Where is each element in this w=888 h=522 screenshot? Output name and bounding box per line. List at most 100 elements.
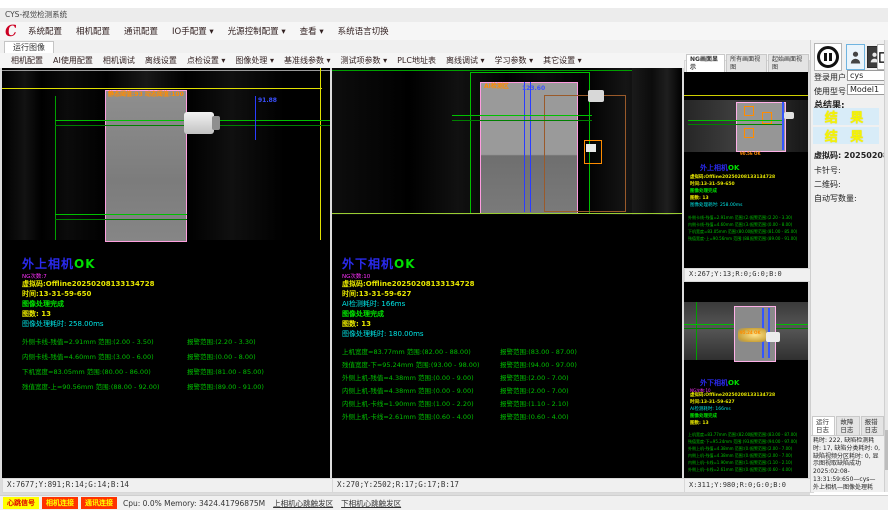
process-done-label: 图像处理完成 xyxy=(690,190,717,195)
frame-count-label: 图数: 13 xyxy=(22,311,51,319)
measurement-text: 外侧上机-残值=4.38mm 范围:(0.00 - 9.00) xyxy=(342,372,500,382)
measurement-text: 下机宽度=83.05mm 范围:(80.00 - 86.00) xyxy=(688,229,750,235)
alarm-range-text: 报警范围:(2.00 - 7.00) xyxy=(500,385,672,395)
alarm-range-text: 报警范围:(2.00 - 7.00) xyxy=(500,372,672,382)
result-ok-label: OK xyxy=(74,257,96,271)
connector-part xyxy=(588,90,604,102)
user-mode-button-selected[interactable] xyxy=(846,44,865,70)
tab-run-log[interactable]: 运行日志 xyxy=(812,416,835,435)
menu-system-config[interactable]: 系统配置 xyxy=(21,25,69,37)
menu-light-config[interactable]: 光源控制配置 ▾ xyxy=(221,25,293,37)
pause-button[interactable] xyxy=(814,43,842,71)
alarm-range-text: 报警范围:(0.60 - 4.00) xyxy=(750,467,806,473)
alarm-range-text: 报警范围:(0.60 - 4.00) xyxy=(500,411,672,421)
measurement-text: 残值宽度-上=90.56mm 范围:(88.00 - 92.00) xyxy=(688,236,750,242)
elapsed-label: 图像处理耗时: 258.00ms xyxy=(690,204,742,209)
ai-elapsed-label: AI检测耗时: 166ms xyxy=(690,408,731,413)
menu-io-config[interactable]: IO手配置 ▾ xyxy=(165,25,221,37)
measure-line-green-vertical xyxy=(696,302,697,360)
tool-offline-setting[interactable]: 离线设置 xyxy=(140,55,182,66)
lower-camera-heartbeat-link[interactable]: 下相机心跳触发区 xyxy=(341,498,401,509)
measurement-text: 外侧卡线-残值=2.91mm 范围:(2.00 - 3.50) xyxy=(688,215,750,221)
tool-plc-address-table[interactable]: PLC地址表 xyxy=(392,55,441,66)
measurement-text: 内侧卡线-残值=4.60mm 范围:(3.00 - 6.00) xyxy=(688,222,750,228)
camera-view-lower[interactable]: AI检测区 123.60 xyxy=(332,68,682,215)
measure-marker-blue xyxy=(524,82,525,212)
camera-name-label: 外下相机 xyxy=(700,379,728,387)
alarm-range-text: 报警范围:(1.10 - 2.10) xyxy=(500,398,672,408)
login-user-field[interactable] xyxy=(847,70,887,81)
reference-line-yellow-vertical xyxy=(320,68,321,240)
log-text: 耗时: 222, 缺陷检测耗时: 17, 缺陷分类耗时: 0, 缺陷视频分区耗时… xyxy=(813,437,881,490)
tab-start-view[interactable]: 起始画面视图 xyxy=(768,54,809,73)
tool-learning-params[interactable]: 学习参数 ▾ xyxy=(490,55,539,66)
measurement-row: 外侧上机-卡线=2.61mm 范围:(0.60 - 4.00) 报警范围:(0.… xyxy=(688,467,806,473)
menu-view[interactable]: 查看 ▾ xyxy=(293,25,331,37)
measurement-text: 内侧卡线-残值=4.60mm 范围:(3.00 - 6.00) xyxy=(22,351,187,361)
process-done-label: 图像处理完成 xyxy=(342,311,384,319)
camera-name-label: 外上相机 xyxy=(22,257,74,271)
measurement-text: 外侧上机-卡线=2.61mm 范围:(0.60 - 4.00) xyxy=(342,411,500,421)
menu-comm-config[interactable]: 通讯配置 xyxy=(117,25,165,37)
time-label: 时间:13-31-59-650 xyxy=(22,291,91,299)
measurement-text: 外侧卡线-残值=2.91mm 范围:(2.00 - 3.50) xyxy=(22,336,187,346)
measurement-text: 残值宽度-上=90.56mm 范围:(88.00 - 92.00) xyxy=(22,381,187,391)
mini-view-upper[interactable]: 90.56 OK 外上相机OK 虚拟码:Offline2025020813313… xyxy=(684,72,808,268)
measurement-row: 下机宽度=83.05mm 范围:(80.00 - 86.00) 报警范围:(81… xyxy=(688,229,806,235)
measurement-text: 外侧上机-卡线=2.61mm 范围:(0.60 - 4.00) xyxy=(688,467,750,473)
tool-other-settings[interactable]: 其它设置 ▾ xyxy=(538,55,587,66)
measure-line-green xyxy=(55,214,187,215)
alarm-range-text: 报警范围:(94.00 - 97.00) xyxy=(750,439,806,445)
reference-line-yellow xyxy=(2,88,322,89)
tool-test-params[interactable]: 测试项参数 ▾ xyxy=(336,55,393,66)
camera-connection-badge: 相机连接 xyxy=(42,497,78,509)
measurement-text: 残值宽度-下=95.24mm 范围:(93.00 - 98.00) xyxy=(688,439,750,445)
menu-language-switch[interactable]: 系统语言切换 xyxy=(331,25,396,37)
virtual-code-label: 虚拟码:Offline20250208133134728 xyxy=(342,281,475,289)
measurement-row: 外侧卡线-残值=2.91mm 范围:(2.00 - 3.50) 报警范围:(2.… xyxy=(688,215,806,221)
side-panel: 登录用户: 使用型号: 总结果: 结 果 结 果 虚拟码: 20250208 卡… xyxy=(810,40,888,492)
measurement-row: 外侧上机-残值=4.38mm 范围:(0.00 - 9.00) 报警范围:(2.… xyxy=(342,372,672,382)
connector-part xyxy=(784,112,794,119)
tab-fault-log[interactable]: 故障日志 xyxy=(836,416,859,435)
virtual-code-label: 虚拟码:Offline20250208133134728 xyxy=(690,394,775,399)
measurement-text: 上机宽度=83.77mm 范围:(82.00 - 88.00) xyxy=(688,432,750,438)
reference-line-yellow xyxy=(684,95,808,96)
tool-baseline-params[interactable]: 基准线参数 ▾ xyxy=(279,55,336,66)
tool-camera-config[interactable]: 相机配置 xyxy=(6,55,48,66)
measurement-row: 残值宽度-下=95.24mm 范围:(93.00 - 98.00) 报警范围:(… xyxy=(688,439,806,445)
camera-view-upper[interactable]: 静态阈值:93 动态阈值:100 91.88 xyxy=(2,68,330,240)
tool-image-processing[interactable]: 图像处理 ▾ xyxy=(230,55,279,66)
alarm-range-text: 报警范围:(2.20 - 3.30) xyxy=(750,215,806,221)
result-ok-label: OK xyxy=(728,164,739,172)
bright-spot xyxy=(766,332,780,342)
tool-ai-use-config[interactable]: AI使用配置 xyxy=(48,55,98,66)
measurement-row: 上机宽度=83.77mm 范围:(82.00 - 88.00) 报警范围:(83… xyxy=(342,346,672,356)
tab-error-log[interactable]: 报错日志 xyxy=(861,416,884,435)
measurement-row: 残值宽度-下=95.24mm 范围:(93.00 - 98.00) 报警范围:(… xyxy=(342,359,672,369)
tab-all-views[interactable]: 所有画面视图 xyxy=(726,54,767,73)
camera-name-label: 外上相机 xyxy=(700,164,728,172)
measure-marker-blue xyxy=(255,96,256,140)
tool-spotcheck-setting[interactable]: 点检设置 ▾ xyxy=(182,55,231,66)
tab-ng-view[interactable]: NG画面显示 xyxy=(686,54,725,73)
measure-line-green xyxy=(688,124,782,125)
mini-view-lower[interactable]: 95.24 OK 外下相机OK NG次数:10 虚拟码:Offline20250… xyxy=(684,282,808,478)
measure-marker-blue xyxy=(530,82,531,212)
tool-camera-debug[interactable]: 相机调试 xyxy=(98,55,140,66)
model-select[interactable] xyxy=(847,84,887,95)
side-scrollbar[interactable] xyxy=(884,40,888,492)
roi-box-orange xyxy=(744,128,754,138)
camera-result-title: 外上相机OK xyxy=(700,165,739,173)
measurement-row: 残值宽度-上=90.56mm 范围:(88.00 - 92.00) 报警范围:(… xyxy=(22,381,322,391)
window-title-bar: CYS-视觉检测系统 xyxy=(0,8,888,22)
pause-icon xyxy=(817,46,839,68)
alarm-range-text: 报警范围:(89.00 - 91.00) xyxy=(750,236,806,242)
alarm-range-text: 报警范围:(83.00 - 87.00) xyxy=(750,432,806,438)
measurement-row: 内侧上机-残值=4.38mm 范围:(0.00 - 9.00) 报警范围:(2.… xyxy=(688,453,806,459)
upper-camera-heartbeat-link[interactable]: 上相机心跳触发区 xyxy=(273,498,333,509)
measurement-text: 外侧上机-残值=4.38mm 范围:(0.00 - 9.00) xyxy=(688,446,750,452)
tool-offline-debug[interactable]: 离线调试 ▾ xyxy=(441,55,490,66)
menu-camera-config[interactable]: 相机配置 xyxy=(69,25,117,37)
qr-code-label: 二维码: xyxy=(814,180,841,189)
